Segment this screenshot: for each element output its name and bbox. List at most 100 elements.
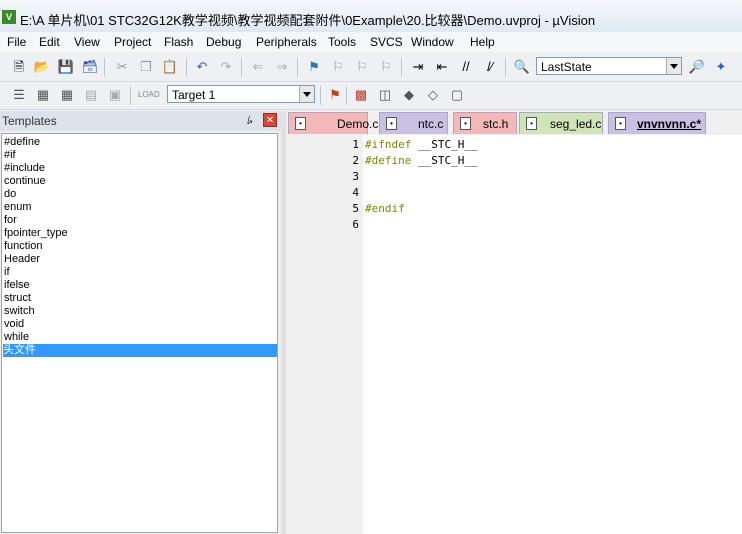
code-text: __STC_H__ [411, 138, 478, 151]
close-icon[interactable]: ✕ [263, 113, 277, 127]
code-line[interactable]: #endif [365, 201, 405, 217]
toolbar-separator [297, 58, 298, 77]
templates-list[interactable]: #define #if #include continue do enum fo… [1, 133, 278, 533]
layout-state-combo[interactable]: LastState [536, 57, 682, 75]
template-item[interactable]: continue [4, 175, 46, 188]
comment-icon[interactable]: // [457, 58, 475, 76]
toolbar-separator [401, 58, 402, 77]
code-text: __STC_H__ [411, 154, 478, 167]
line-number: 2 [352, 154, 359, 167]
tab-demo-c[interactable]: • Demo.c [288, 112, 378, 134]
target-combo[interactable]: Target 1 [167, 85, 315, 103]
build-icon[interactable]: ▦ [34, 86, 52, 104]
translate-icon[interactable]: ☰ [10, 86, 28, 104]
download-icon[interactable]: LOAD [138, 86, 160, 104]
pack-installer-icon[interactable]: ▢ [448, 86, 466, 104]
menu-flash[interactable]: Flash [164, 35, 193, 49]
navigate-back-icon[interactable]: ⇐ [249, 58, 267, 76]
chevron-down-icon[interactable] [299, 86, 314, 102]
template-item[interactable]: #include [4, 162, 45, 175]
template-item[interactable]: Header [4, 253, 40, 266]
clear-bookmarks-icon[interactable]: ⚐ [377, 58, 395, 76]
copy-icon[interactable]: ❐ [137, 58, 155, 76]
save-icon[interactable]: 💾 [57, 58, 75, 76]
template-item[interactable]: if [4, 266, 10, 279]
uvision-app-icon[interactable]: V [2, 10, 16, 24]
tab-vnvnvnn-c[interactable]: • vnvnvnn.c* [608, 112, 706, 134]
navigate-forward-icon[interactable]: ⇒ [273, 58, 291, 76]
line-number: 6 [352, 218, 359, 231]
insert-bookmark-icon[interactable]: ⚑ [305, 58, 323, 76]
toolbar-separator [346, 86, 347, 105]
new-file-icon[interactable]: 🗎 [10, 58, 28, 76]
previous-bookmark-icon[interactable]: ⚐ [329, 58, 347, 76]
target-options-icon[interactable]: ⚑ [326, 86, 344, 104]
template-item-selected[interactable]: 头文件 [3, 344, 277, 357]
find-icon[interactable]: 🔎 [688, 58, 706, 76]
find-in-files-icon[interactable]: 🔍 [513, 58, 531, 76]
template-item[interactable]: enum [4, 201, 32, 214]
code-editor[interactable]: 1 2 3 4 5 6 #ifndef __STC_H__ #define __… [289, 135, 742, 534]
file-extensions-icon[interactable]: ▩ [352, 86, 370, 104]
file-toolbar: 🗎 📂 💾 🗃 ✂ ❐ 📋 ↶ ↷ ⇐ ⇒ ⚑ ⚐ ⚐ ⚐ ⇥ ⇤ // /⁄ … [0, 54, 742, 82]
next-bookmark-icon[interactable]: ⚐ [353, 58, 371, 76]
template-item[interactable]: fpointer_type [4, 227, 68, 240]
stop-build-icon[interactable]: ▣ [106, 86, 124, 104]
menu-peripherals[interactable]: Peripherals [256, 35, 317, 49]
tab-seg-led-c[interactable]: • seg_led.c [519, 112, 603, 134]
toolbar-separator [130, 86, 131, 105]
uncomment-icon[interactable]: /⁄ [481, 58, 499, 76]
template-item[interactable]: void [4, 318, 24, 331]
menu-help[interactable]: Help [470, 35, 495, 49]
menu-debug[interactable]: Debug [206, 35, 241, 49]
pin-icon[interactable]: ⭞ [247, 114, 253, 127]
select-packs-icon[interactable]: ◆ [400, 86, 418, 104]
menu-tools[interactable]: Tools [328, 35, 356, 49]
cut-icon[interactable]: ✂ [113, 58, 131, 76]
line-number: 1 [352, 138, 359, 151]
template-item[interactable]: for [4, 214, 17, 227]
build-toolbar: ☰ ▦ ▦ ▤ ▣ LOAD Target 1 ⚑ ▩ ◫ ◆ ◇ ▢ [0, 82, 742, 110]
menu-file[interactable]: File [7, 35, 26, 49]
manage-project-items-icon[interactable]: ◫ [376, 86, 394, 104]
code-line[interactable]: #define __STC_H__ [365, 153, 478, 169]
tab-stc-h[interactable]: • stc.h [453, 112, 517, 134]
tab-label: vnvnvnn.c* [637, 117, 702, 131]
code-line[interactable]: #ifndef __STC_H__ [365, 137, 478, 153]
template-item[interactable]: ifelse [4, 279, 30, 292]
templates-panel-header: Templates ⭞ ✕ [0, 111, 283, 131]
unindent-icon[interactable]: ⇤ [433, 58, 451, 76]
indent-icon[interactable]: ⇥ [409, 58, 427, 76]
save-all-icon[interactable]: 🗃 [81, 58, 99, 76]
template-item[interactable]: switch [4, 305, 35, 318]
template-item[interactable]: #if [4, 149, 16, 162]
window-title: E:\A 单片机\01 STC32G12K教学视频\教学视频配套附件\0Exam… [20, 13, 596, 28]
template-item[interactable]: #define [4, 136, 40, 149]
menu-project[interactable]: Project [114, 35, 151, 49]
chevron-down-icon[interactable] [666, 58, 681, 74]
menu-edit[interactable]: Edit [39, 35, 60, 49]
tab-ntc-c[interactable]: • ntc.c [379, 112, 448, 134]
menu-svcs[interactable]: SVCS [370, 35, 403, 49]
menu-view[interactable]: View [74, 35, 100, 49]
c-file-icon: • [295, 117, 306, 130]
tab-label: ntc.c [418, 117, 444, 131]
paste-icon[interactable]: 📋 [161, 58, 179, 76]
panel-splitter[interactable] [281, 111, 286, 534]
rebuild-icon[interactable]: ▦ [58, 86, 76, 104]
open-folder-icon[interactable]: 📂 [33, 58, 51, 76]
undo-icon[interactable]: ↶ [193, 58, 211, 76]
template-item[interactable]: function [4, 240, 43, 253]
toolbar-separator [505, 58, 506, 77]
menu-window[interactable]: Window [411, 35, 454, 49]
incremental-find-icon[interactable]: ✦ [712, 58, 730, 76]
template-item[interactable]: while [4, 331, 29, 344]
batch-build-icon[interactable]: ▤ [82, 86, 100, 104]
template-item[interactable]: struct [4, 292, 31, 305]
c-file-icon: • [526, 117, 537, 130]
template-item[interactable]: do [4, 188, 16, 201]
redo-icon[interactable]: ↷ [217, 58, 235, 76]
run-time-environment-icon[interactable]: ◇ [424, 86, 442, 104]
menu-bar: File Edit View Project Flash Debug Perip… [0, 32, 742, 52]
toolbar-separator [241, 58, 242, 77]
